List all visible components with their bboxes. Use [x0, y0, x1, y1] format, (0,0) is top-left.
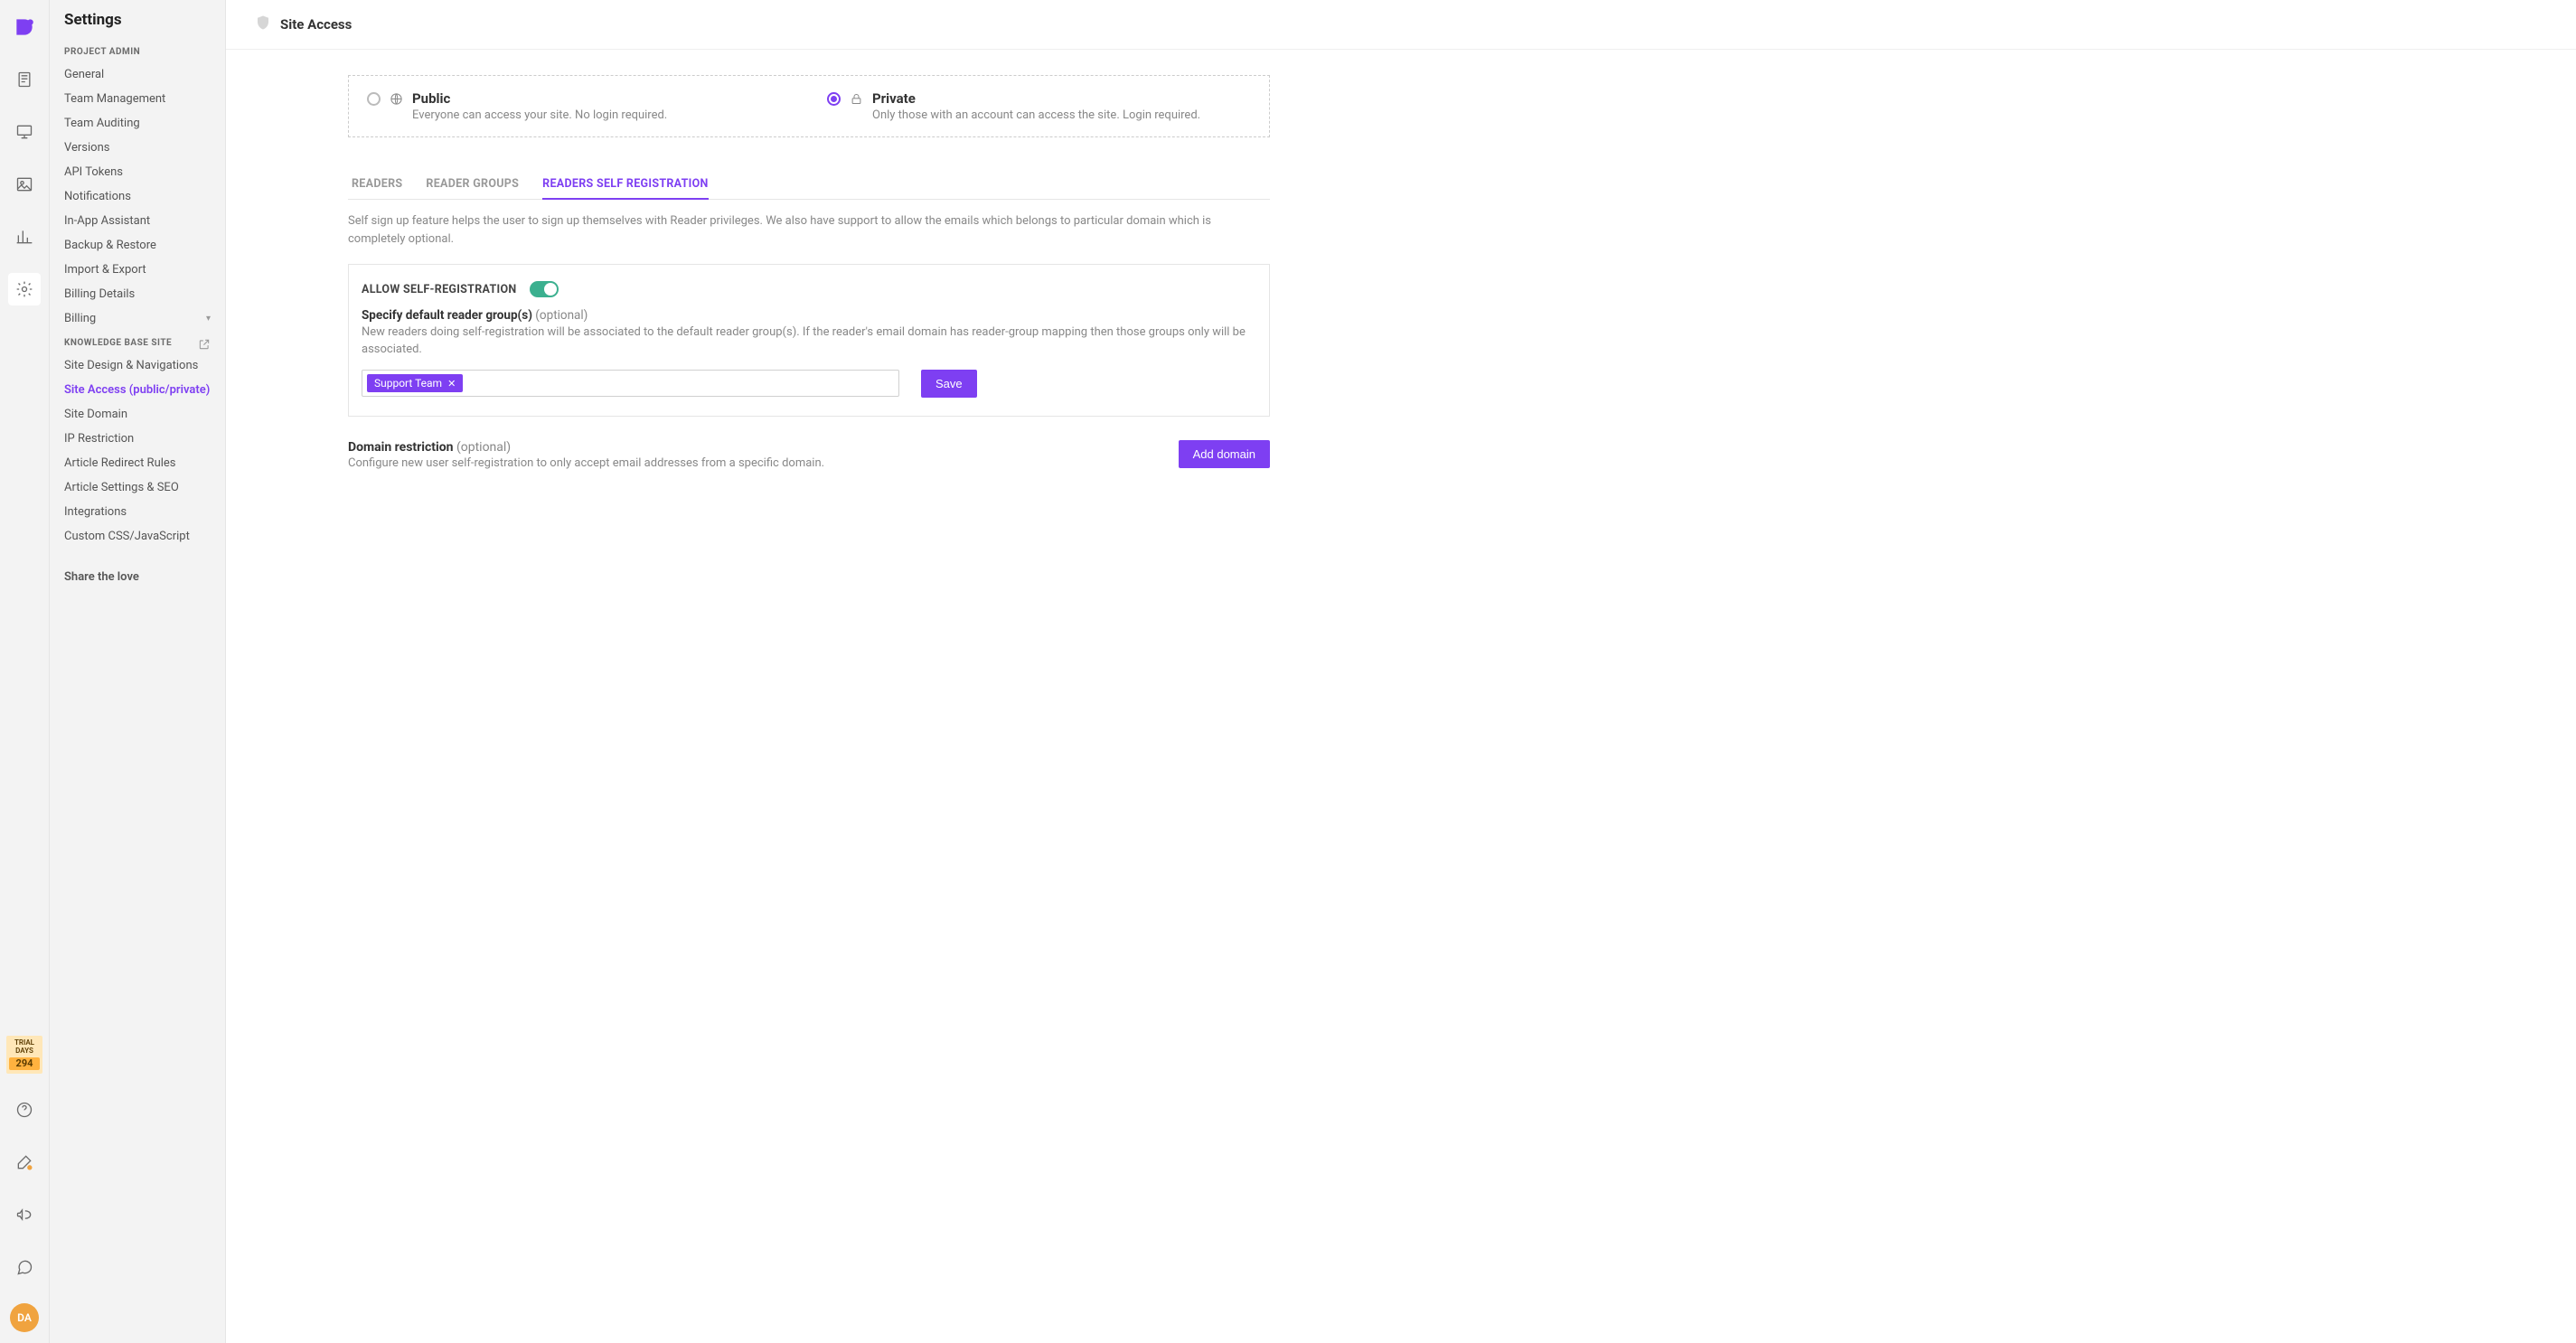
- tab-readers[interactable]: READERS: [352, 170, 402, 200]
- domain-restriction-title: Domain restriction (optional): [348, 440, 824, 455]
- monitor-icon[interactable]: [8, 116, 41, 148]
- image-icon[interactable]: [8, 168, 41, 201]
- help-icon[interactable]: [8, 1094, 41, 1126]
- nav-integrations[interactable]: Integrations: [50, 500, 225, 524]
- access-option-public[interactable]: Public Everyone can access your site. No…: [349, 76, 809, 136]
- nav-redirect-rules[interactable]: Article Redirect Rules: [50, 451, 225, 475]
- globe-icon: [390, 92, 403, 109]
- nav-team-management[interactable]: Team Management: [50, 87, 225, 111]
- tab-reader-groups[interactable]: READER GROUPS: [426, 170, 519, 200]
- nav-team-auditing[interactable]: Team Auditing: [50, 111, 225, 136]
- public-title: Public: [412, 90, 667, 107]
- shield-icon: [255, 14, 271, 34]
- nav-article-settings[interactable]: Article Settings & SEO: [50, 475, 225, 500]
- radio-public[interactable]: [367, 92, 381, 106]
- tab-self-registration[interactable]: READERS SELF REGISTRATION: [542, 170, 709, 200]
- lock-icon: [850, 92, 863, 109]
- nav-versions[interactable]: Versions: [50, 136, 225, 160]
- add-domain-button[interactable]: Add domain: [1179, 440, 1270, 468]
- external-link-icon[interactable]: [198, 338, 211, 353]
- section-label-kb-site: KNOWLEDGE BASE SITE: [50, 331, 225, 353]
- nav-notifications[interactable]: Notifications: [50, 184, 225, 209]
- icon-rail: TRIAL DAYS 294 DA: [0, 0, 50, 1343]
- self-registration-panel: ALLOW SELF-REGISTRATION Specify default …: [348, 264, 1270, 417]
- settings-icon[interactable]: [8, 273, 41, 305]
- radio-private[interactable]: [827, 92, 841, 106]
- tabs: READERS READER GROUPS READERS SELF REGIS…: [348, 170, 1270, 200]
- public-desc: Everyone can access your site. No login …: [412, 108, 667, 122]
- trial-line2: DAYS: [6, 1047, 42, 1056]
- tab-intro-text: Self sign up feature helps the user to s…: [348, 212, 1270, 248]
- sidebar-title: Settings: [50, 11, 225, 40]
- nav-billing[interactable]: Billing ▾: [50, 306, 225, 331]
- remove-tag-icon[interactable]: ✕: [447, 378, 456, 390]
- nav-general[interactable]: General: [50, 62, 225, 87]
- nav-site-access[interactable]: Site Access (public/private): [50, 378, 225, 402]
- default-groups-heading: Specify default reader group(s) (optiona…: [362, 308, 1256, 323]
- page-title: Site Access: [280, 16, 352, 33]
- nav-billing-details[interactable]: Billing Details: [50, 282, 225, 306]
- docs-icon[interactable]: [8, 63, 41, 96]
- nav-ip-restriction[interactable]: IP Restriction: [50, 427, 225, 451]
- access-mode-card: Public Everyone can access your site. No…: [348, 75, 1270, 137]
- nav-backup-restore[interactable]: Backup & Restore: [50, 233, 225, 258]
- save-button[interactable]: Save: [921, 370, 977, 398]
- main: Site Access Public Everyone can access y…: [226, 0, 2576, 1343]
- private-desc: Only those with an account can access th…: [872, 108, 1200, 122]
- avatar-initials: DA: [17, 1311, 32, 1324]
- allow-self-reg-label: ALLOW SELF-REGISTRATION: [362, 283, 517, 296]
- reader-groups-input[interactable]: Support Team ✕: [362, 370, 899, 397]
- settings-sidebar: Settings PROJECT ADMIN General Team Mana…: [50, 0, 226, 1343]
- nav-share-the-love[interactable]: Share the love: [50, 549, 225, 589]
- megaphone-icon[interactable]: [8, 1198, 41, 1231]
- edit-lock-icon[interactable]: [8, 1146, 41, 1179]
- default-groups-desc: New readers doing self-registration will…: [362, 324, 1256, 359]
- nav-in-app-assistant[interactable]: In-App Assistant: [50, 209, 225, 233]
- allow-self-reg-toggle[interactable]: [530, 281, 559, 297]
- nav-site-domain[interactable]: Site Domain: [50, 402, 225, 427]
- tag-support-team: Support Team ✕: [367, 374, 463, 392]
- avatar[interactable]: DA: [10, 1303, 39, 1332]
- access-option-private[interactable]: Private Only those with an account can a…: [809, 76, 1269, 136]
- analytics-icon[interactable]: [8, 221, 41, 253]
- private-title: Private: [872, 90, 1200, 107]
- trial-days-chip[interactable]: TRIAL DAYS 294: [6, 1036, 42, 1074]
- domain-restriction-row: Domain restriction (optional) Configure …: [348, 440, 1270, 470]
- domain-restriction-desc: Configure new user self-registration to …: [348, 456, 824, 470]
- page-header: Site Access: [226, 0, 2576, 50]
- nav-import-export[interactable]: Import & Export: [50, 258, 225, 282]
- chat-icon[interactable]: [8, 1251, 41, 1283]
- nav-api-tokens[interactable]: API Tokens: [50, 160, 225, 184]
- logo[interactable]: [8, 11, 41, 43]
- nav-custom-css-js[interactable]: Custom CSS/JavaScript: [50, 524, 225, 549]
- nav-site-design[interactable]: Site Design & Navigations: [50, 353, 225, 378]
- section-label-project-admin: PROJECT ADMIN: [50, 40, 225, 62]
- trial-count: 294: [9, 1057, 40, 1070]
- chevron-down-icon: ▾: [206, 314, 211, 324]
